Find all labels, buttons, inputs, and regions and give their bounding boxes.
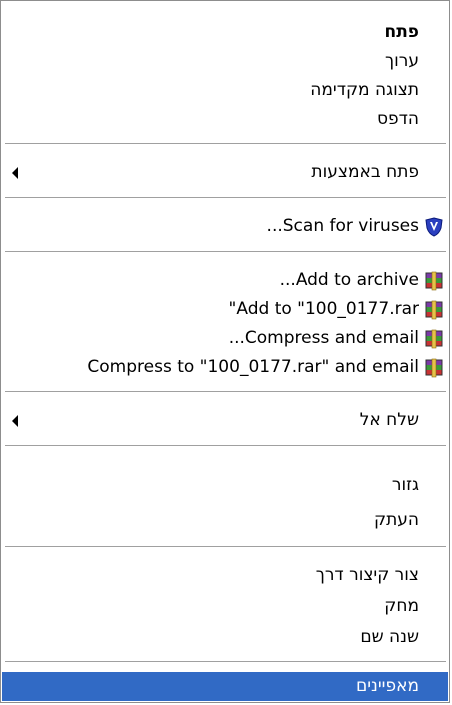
submenu-arrow-icon [12,167,18,179]
menu-item-rename-label: שנה שם [360,627,419,647]
menu-item-scan-viruses[interactable]: Scan for viruses... [2,212,448,241]
separator [5,445,446,447]
separator [5,143,446,145]
winrar-icon [424,271,444,291]
menu-item-copy-label: העתק [374,510,419,530]
menu-item-add-archive-label: Add to archive... [279,270,419,290]
menu-item-open-label: פתח [384,22,419,42]
menu-item-compress-email[interactable]: Compress and email... [2,324,448,353]
menu-item-create-shortcut-label: צור קיצור דרך [315,565,419,585]
menu-item-compress-email-label: Compress and email... [228,328,419,348]
menu-item-edit[interactable]: ערוך [2,47,448,76]
menu-item-delete[interactable]: מחק [2,592,448,621]
menu-item-add-rar[interactable]: Add to "100_0177.rar" [2,295,448,324]
menu-item-cut-label: גזור [391,475,419,495]
menu-item-print[interactable]: הדפס [2,105,448,134]
submenu-arrow-icon [12,415,18,427]
menu-item-open[interactable]: פתח [2,18,448,47]
shield-icon [424,217,444,237]
separator [5,197,446,199]
menu-item-add-rar-label: Add to "100_0177.rar" [228,299,419,319]
menu-item-open-with[interactable]: פתח באמצעות [2,158,448,187]
menu-item-edit-label: ערוך [385,51,419,71]
separator [5,661,446,663]
menu-item-send-to[interactable]: שלח אל [2,406,448,435]
menu-item-compress-rar-email[interactable]: Compress to "100_0177.rar" and email [2,353,448,382]
menu-item-properties[interactable]: מאפיינים [2,672,448,701]
menu-item-open-with-label: פתח באמצעות [311,162,419,182]
menu-item-preview-label: תצוגה מקדימה [310,80,419,100]
menu-item-properties-label: מאפיינים [355,676,419,696]
menu-item-create-shortcut[interactable]: צור קיצור דרך [2,561,448,590]
menu-item-add-archive[interactable]: Add to archive... [2,266,448,295]
separator [5,546,446,548]
menu-item-cut[interactable]: גזור [2,471,448,500]
menu-item-send-to-label: שלח אל [359,410,419,430]
menu-item-rename[interactable]: שנה שם [2,623,448,652]
menu-item-scan-viruses-label: Scan for viruses... [266,216,419,236]
context-menu: פתח ערוך תצוגה מקדימה הדפס פתח באמצעות S… [0,0,450,703]
menu-item-preview[interactable]: תצוגה מקדימה [2,76,448,105]
winrar-icon [424,329,444,349]
winrar-icon [424,358,444,378]
menu-item-copy[interactable]: העתק [2,506,448,535]
separator [5,391,446,393]
menu-item-print-label: הדפס [376,109,419,129]
menu-item-delete-label: מחק [384,596,419,616]
separator [5,251,446,253]
winrar-icon [424,300,444,320]
menu-item-compress-rar-email-label: Compress to "100_0177.rar" and email [87,357,419,377]
